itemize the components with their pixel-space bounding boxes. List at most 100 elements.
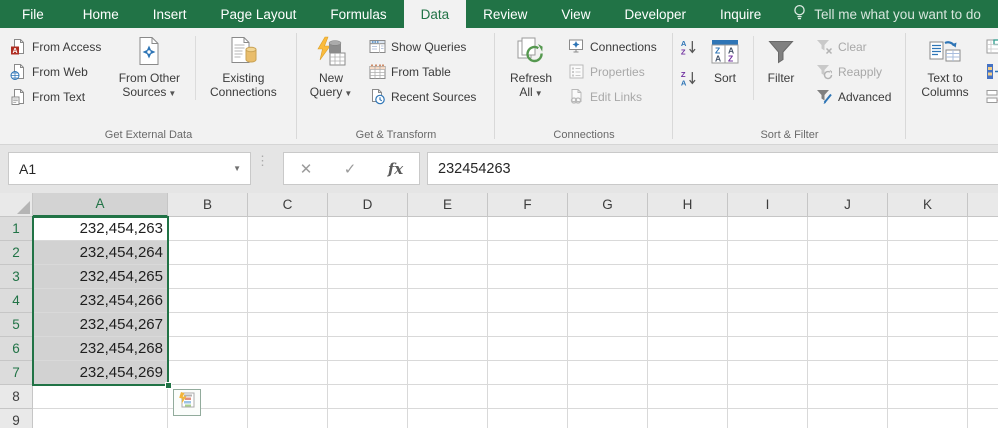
cell-B7[interactable]	[168, 361, 248, 385]
cell-B3[interactable]	[168, 265, 248, 289]
cell-B5[interactable]	[168, 313, 248, 337]
sort-button[interactable]: ZAAZ Sort	[699, 28, 751, 124]
clear-filter-button[interactable]: Clear	[812, 34, 895, 59]
from-access-button[interactable]: A From Access	[6, 34, 105, 59]
col-header-partial[interactable]	[968, 193, 998, 217]
cell-G5[interactable]	[568, 313, 648, 337]
cell-F4[interactable]	[488, 289, 568, 313]
cell-J9[interactable]	[808, 409, 888, 428]
cell-E6[interactable]	[408, 337, 488, 361]
cell-G2[interactable]	[568, 241, 648, 265]
text-to-columns-button[interactable]: Text to Columns	[914, 28, 976, 124]
cell-B2[interactable]	[168, 241, 248, 265]
cell-K6[interactable]	[888, 337, 968, 361]
tab-page-layout[interactable]: Page Layout	[204, 0, 314, 28]
cell-J8[interactable]	[808, 385, 888, 409]
existing-connections-button[interactable]: Existing Connections	[198, 28, 288, 124]
cell-E2[interactable]	[408, 241, 488, 265]
cell-K5[interactable]	[888, 313, 968, 337]
cell-C8[interactable]	[248, 385, 328, 409]
cell-D3[interactable]	[328, 265, 408, 289]
cell-I7[interactable]	[728, 361, 808, 385]
sort-az-button[interactable]: AZ	[678, 34, 699, 59]
edit-links-button[interactable]: Edit Links	[564, 84, 661, 109]
name-box-dropdown-icon[interactable]: ▼	[233, 164, 241, 173]
cell-H2[interactable]	[648, 241, 728, 265]
cell-E8[interactable]	[408, 385, 488, 409]
cell-F8[interactable]	[488, 385, 568, 409]
cell-partial-5[interactable]	[968, 313, 998, 337]
col-header-G[interactable]: G	[568, 193, 648, 217]
cell-C2[interactable]	[248, 241, 328, 265]
cell-F5[interactable]	[488, 313, 568, 337]
cell-G4[interactable]	[568, 289, 648, 313]
cell-F9[interactable]	[488, 409, 568, 428]
row-header-7[interactable]: 7	[0, 361, 33, 385]
cell-A5[interactable]: 232,454,267	[33, 313, 168, 337]
quick-analysis-button[interactable]	[173, 389, 201, 416]
flash-fill-button[interactable]	[982, 34, 998, 59]
col-header-I[interactable]: I	[728, 193, 808, 217]
cell-D1[interactable]	[328, 217, 408, 241]
name-box[interactable]: A1 ▼	[8, 152, 251, 185]
col-header-D[interactable]: D	[328, 193, 408, 217]
row-header-4[interactable]: 4	[0, 289, 33, 313]
select-all-button[interactable]	[0, 193, 33, 217]
cell-D5[interactable]	[328, 313, 408, 337]
cell-G9[interactable]	[568, 409, 648, 428]
cell-J6[interactable]	[808, 337, 888, 361]
from-text-button[interactable]: From Text	[6, 84, 105, 109]
cell-A6[interactable]: 232,454,268	[33, 337, 168, 361]
cell-partial-8[interactable]	[968, 385, 998, 409]
cell-C9[interactable]	[248, 409, 328, 428]
tab-developer[interactable]: Developer	[607, 0, 703, 28]
cell-A7[interactable]: 232,454,269	[33, 361, 168, 385]
formula-input[interactable]: 232454263	[427, 152, 998, 185]
cell-G6[interactable]	[568, 337, 648, 361]
cell-A1[interactable]: 232,454,263	[33, 217, 168, 241]
row-header-2[interactable]: 2	[0, 241, 33, 265]
cell-E3[interactable]	[408, 265, 488, 289]
sort-za-button[interactable]: ZA	[678, 65, 699, 90]
cell-D4[interactable]	[328, 289, 408, 313]
row-header-5[interactable]: 5	[0, 313, 33, 337]
cell-I6[interactable]	[728, 337, 808, 361]
cell-I9[interactable]	[728, 409, 808, 428]
cell-H6[interactable]	[648, 337, 728, 361]
cell-J5[interactable]	[808, 313, 888, 337]
cell-C4[interactable]	[248, 289, 328, 313]
from-table-button[interactable]: From Table	[365, 59, 480, 84]
connections-button[interactable]: Connections	[564, 34, 661, 59]
cancel-icon[interactable]: ✕	[300, 160, 313, 178]
formula-bar-drag-handle[interactable]: ⋮	[256, 157, 264, 165]
cell-E9[interactable]	[408, 409, 488, 428]
cell-G8[interactable]	[568, 385, 648, 409]
cell-D2[interactable]	[328, 241, 408, 265]
col-header-F[interactable]: F	[488, 193, 568, 217]
cell-H3[interactable]	[648, 265, 728, 289]
cell-E5[interactable]	[408, 313, 488, 337]
cell-A3[interactable]: 232,454,265	[33, 265, 168, 289]
col-header-A[interactable]: A	[33, 193, 168, 217]
row-header-9[interactable]: 9	[0, 409, 33, 428]
tab-view[interactable]: View	[544, 0, 607, 28]
advanced-filter-button[interactable]: Advanced	[812, 84, 895, 109]
tell-me-box[interactable]: Tell me what you want to do	[792, 0, 981, 28]
filter-button[interactable]: Filter	[756, 28, 806, 124]
cell-E1[interactable]	[408, 217, 488, 241]
tab-review[interactable]: Review	[466, 0, 544, 28]
tab-insert[interactable]: Insert	[136, 0, 204, 28]
cell-C5[interactable]	[248, 313, 328, 337]
cell-A9[interactable]	[33, 409, 168, 428]
insert-function-icon[interactable]: fx	[388, 160, 403, 178]
show-queries-button[interactable]: Show Queries	[365, 34, 480, 59]
cell-partial-7[interactable]	[968, 361, 998, 385]
cell-F1[interactable]	[488, 217, 568, 241]
col-header-B[interactable]: B	[168, 193, 248, 217]
tab-inquire[interactable]: Inquire	[703, 0, 778, 28]
col-header-E[interactable]: E	[408, 193, 488, 217]
row-header-1[interactable]: 1	[0, 217, 33, 241]
cell-J2[interactable]	[808, 241, 888, 265]
cell-I3[interactable]	[728, 265, 808, 289]
cell-H5[interactable]	[648, 313, 728, 337]
